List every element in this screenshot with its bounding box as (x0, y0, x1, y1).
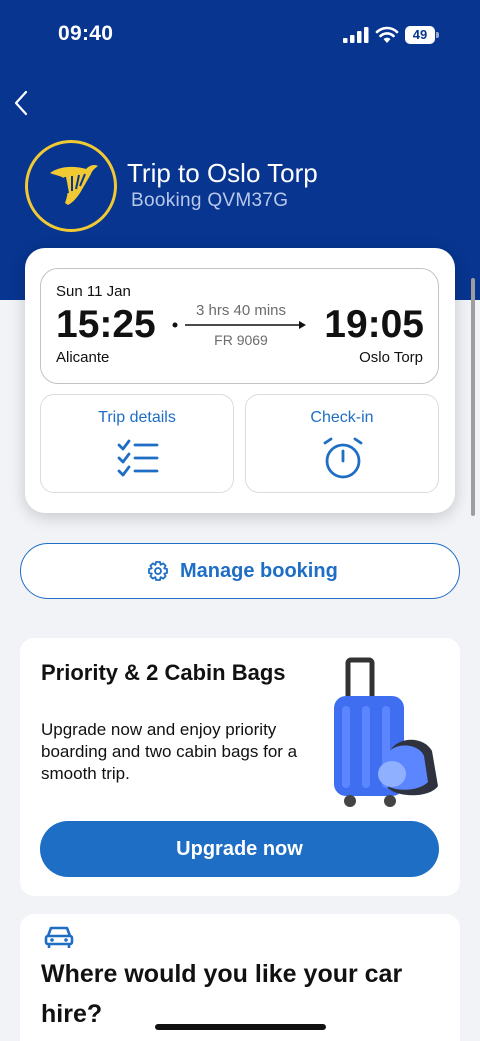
check-in-button[interactable]: Check-in (245, 394, 439, 493)
manage-booking-label: Manage booking (180, 560, 338, 582)
check-in-label: Check-in (310, 409, 374, 426)
flight-card: Sun 11 Jan 15:25 19:05 Alicante Oslo Tor… (25, 248, 455, 513)
battery-tip (436, 32, 439, 38)
trip-details-label: Trip details (98, 409, 176, 426)
home-indicator (155, 1024, 326, 1030)
status-time: 09:40 (58, 22, 114, 45)
flight-number: FR 9069 (214, 332, 268, 348)
wifi-icon (375, 26, 399, 43)
page-title: Trip to Oslo Torp (127, 158, 318, 188)
car-icon (44, 926, 74, 948)
upsell-description: Upgrade now and enjoy priority boarding … (41, 720, 298, 783)
booking-reference: Booking QVM37G (131, 190, 289, 211)
upsell-card: Priority & 2 Cabin Bags Upgrade now and … (20, 638, 460, 896)
back-chevron-icon[interactable] (10, 88, 34, 118)
airline-logo (25, 140, 117, 232)
status-bar: 09:40 49 (0, 0, 480, 72)
flight-date: Sun 11 Jan (56, 283, 131, 300)
battery-level: 49 (405, 26, 435, 44)
scrollbar[interactable] (471, 278, 475, 516)
car-hire-card[interactable]: Where would you like your car hire? (20, 914, 460, 1041)
manage-booking-button[interactable]: Manage booking (20, 543, 460, 599)
cellular-signal-icon (343, 27, 369, 43)
upgrade-now-button[interactable]: Upgrade now (40, 821, 439, 877)
stopwatch-icon (323, 437, 363, 479)
trip-details-button[interactable]: Trip details (40, 394, 234, 493)
route-arrow-icon (172, 321, 306, 329)
arrival-time: 19:05 (324, 303, 424, 346)
checklist-icon (117, 439, 159, 477)
harp-logo-icon (50, 165, 98, 205)
luggage-illustration (334, 657, 438, 807)
origin-city: Alicante (56, 349, 110, 366)
flight-duration: 3 hrs 40 mins (195, 302, 287, 319)
car-hire-title: Where would you like your car hire? (41, 960, 403, 1028)
gear-icon (148, 561, 168, 581)
destination-city: Oslo Torp (359, 349, 423, 366)
battery-icon: 49 (405, 26, 439, 44)
upsell-title: Priority & 2 Cabin Bags (41, 660, 286, 685)
departure-time: 15:25 (56, 303, 156, 346)
flight-segment[interactable]: Sun 11 Jan 15:25 19:05 Alicante Oslo Tor… (40, 268, 439, 384)
